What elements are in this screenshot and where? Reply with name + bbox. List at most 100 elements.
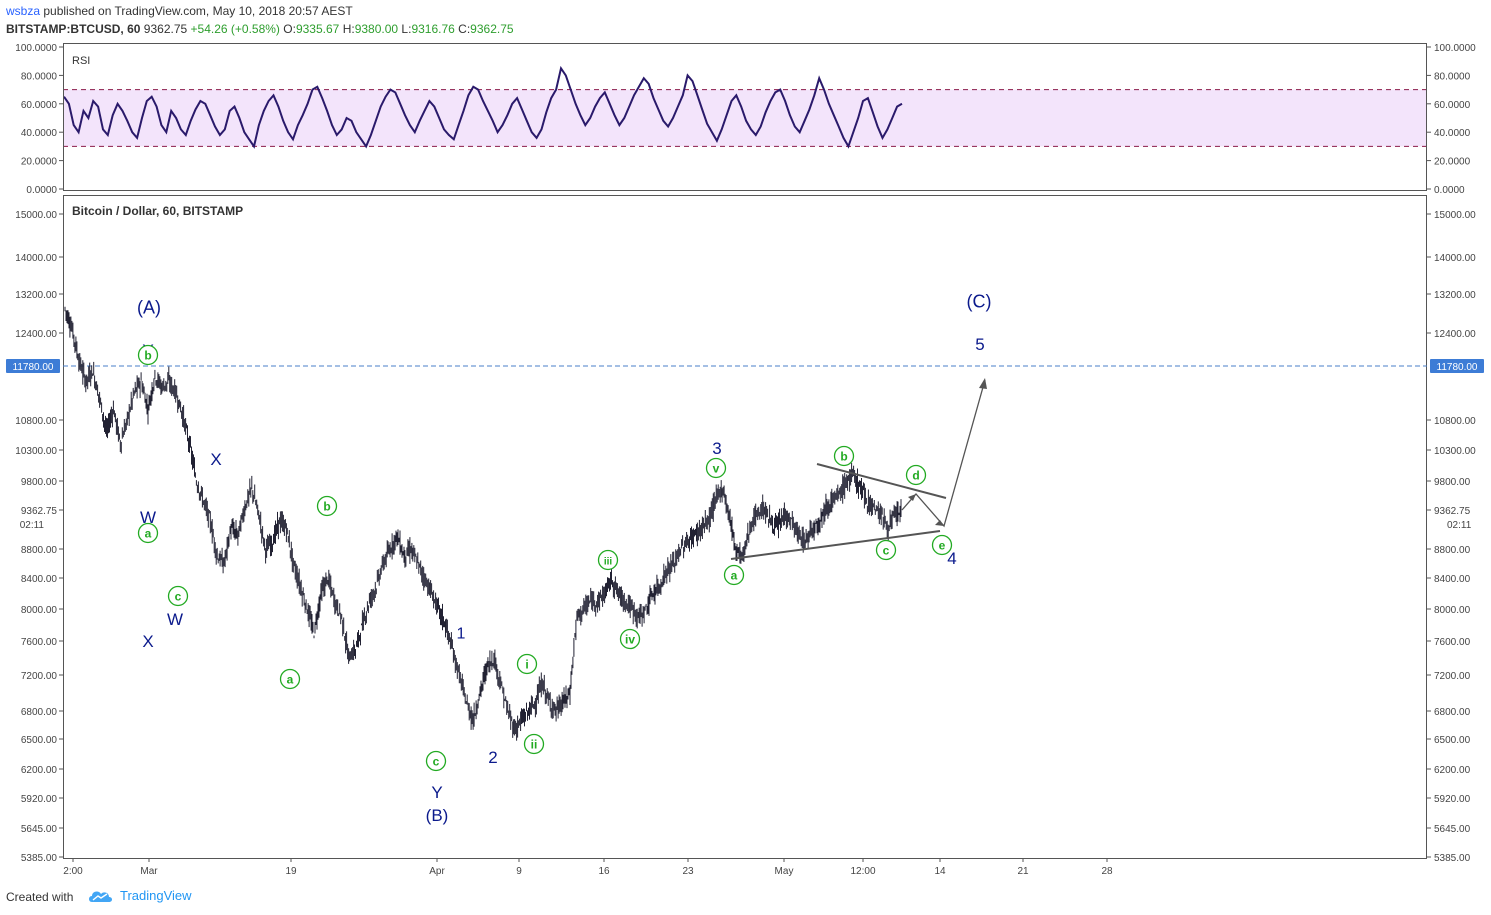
price-candles: [64, 306, 902, 741]
rsi-title: RSI: [72, 55, 90, 67]
svg-text:e: e: [939, 539, 946, 553]
price-tick-left: 5645.00: [21, 824, 58, 835]
projection-arrow-d: [908, 494, 916, 501]
svg-text:iv: iv: [625, 633, 635, 647]
x-tick-label: 23: [682, 866, 694, 877]
price-tick-right: 7200.00: [1434, 671, 1471, 682]
rsi-pane[interactable]: RSI 100.0000 80.0000 60.0000 40.0000 20.0000…: [15, 43, 1476, 196]
time-axis[interactable]: 2:00 Mar 19 Apr 9 16 23 May 12:00 14 21 28: [63, 858, 1113, 877]
price-tick-right: 9800.00: [1434, 477, 1471, 488]
triangle-trendlines[interactable]: [730, 378, 987, 560]
price-tick-right: 5385.00: [1434, 853, 1471, 864]
level-badge-right-text: 11780.00: [1437, 362, 1478, 373]
rsi-tick-left: 60.0000: [21, 100, 58, 111]
price-tick-left: 10300.00: [15, 446, 57, 457]
price-frame: [63, 195, 1427, 859]
tradingview-cloud-icon: [89, 891, 112, 902]
wave-label-green: ii: [523, 733, 545, 755]
price-tick-left: 8400.00: [21, 574, 58, 585]
x-tick-label: 19: [285, 866, 297, 877]
x-tick-label: May: [775, 866, 794, 877]
x-tick-label: 9: [516, 866, 522, 877]
x-tick-label: 16: [598, 866, 610, 877]
price-tick-right: 6200.00: [1434, 765, 1471, 776]
wave-label-green: iii: [597, 549, 619, 571]
projection-arrow-5: [979, 378, 987, 389]
wave-label-green: a: [279, 668, 301, 690]
price-tick-left: 8800.00: [21, 545, 58, 556]
price-tick-right: 12400.00: [1434, 329, 1476, 340]
svg-text:a: a: [287, 673, 294, 687]
countdown-right: 02:11: [1447, 520, 1472, 531]
price-tick-left: 12400.00: [15, 329, 57, 340]
svg-text:iii: iii: [604, 557, 613, 568]
price-tick-left: 9800.00: [21, 477, 58, 488]
price-tick-left: 13200.00: [15, 290, 57, 301]
wave-label-blue: W: [167, 610, 183, 629]
svg-text:c: c: [883, 544, 890, 558]
wave-label-blue: 1: [457, 626, 466, 643]
svg-text:v: v: [713, 462, 720, 476]
svg-text:b: b: [323, 500, 330, 514]
price-tick-left: 10800.00: [15, 416, 57, 427]
x-tick-label: 12:00: [850, 866, 875, 877]
price-tick-right: 8400.00: [1434, 574, 1471, 585]
price-tick-left: 15000.00: [15, 210, 57, 221]
wave-label-green: c: [875, 539, 897, 561]
price-tick-left: 9362.75: [21, 506, 58, 517]
wave-label-green: e: [931, 534, 953, 556]
countdown-left: 02:11: [20, 520, 45, 531]
rsi-tick-left: 80.0000: [21, 71, 58, 82]
level-badge-right: 11780.00: [1430, 359, 1484, 373]
wave-label-green: i: [516, 653, 538, 675]
rsi-tick-right: 100.0000: [1434, 43, 1476, 54]
x-tick-label: 28: [1101, 866, 1113, 877]
price-pane[interactable]: Bitcoin / Dollar, 60, BITSTAMP 15000.001…: [6, 204, 1484, 864]
x-tick-label: Apr: [429, 866, 445, 877]
level-badge-left-text: 11780.00: [13, 362, 54, 373]
price-tick-left: 5385.00: [21, 853, 58, 864]
wave-label-green: b: [833, 445, 855, 467]
price-tick-left: 6500.00: [21, 735, 58, 746]
rsi-tick-right: 80.0000: [1434, 71, 1471, 82]
wave-label-green: a: [137, 522, 159, 544]
rsi-ticks-right: 100.0000 80.0000 60.0000 40.0000 20.0000 0.00…: [1427, 43, 1476, 196]
wave-label-green: c: [425, 750, 447, 772]
svg-text:i: i: [525, 658, 528, 672]
price-tick-right: 8800.00: [1434, 545, 1471, 556]
price-tick-right: 7600.00: [1434, 637, 1471, 648]
price-tick-right: 5645.00: [1434, 824, 1471, 835]
rsi-tick-left: 0.0000: [26, 185, 57, 196]
price-tick-left: 14000.00: [15, 253, 57, 264]
svg-text:b: b: [144, 349, 151, 363]
price-tick-left: 6800.00: [21, 707, 58, 718]
wave-label-blue: X: [210, 450, 221, 469]
svg-text:a: a: [731, 569, 738, 583]
chart-canvas[interactable]: RSI 100.000080.000060.000040.000020.0000…: [0, 0, 1491, 880]
rsi-tick-right: 0.0000: [1434, 185, 1465, 196]
price-tick-right: 13200.00: [1434, 290, 1476, 301]
x-tick-label: 21: [1017, 866, 1029, 877]
level-badge-left: 11780.00: [6, 359, 60, 373]
price-tick-left: 7200.00: [21, 671, 58, 682]
price-tick-right: 8000.00: [1434, 605, 1471, 616]
price-ticks-right: 15000.00 14000.00 13200.00 12400.00 10800.00…: [1427, 210, 1476, 864]
price-ticks-left: 15000.00 14000.00 13200.00 12400.00 10800.00…: [15, 210, 63, 864]
triangle-lower-line[interactable]: [730, 530, 941, 560]
projection-arrow-e: [935, 520, 944, 526]
projection-path[interactable]: [901, 379, 986, 528]
wave-label-green: v: [705, 457, 727, 479]
wave-label-green: iv: [619, 628, 641, 650]
wave-label-blue: X: [142, 632, 153, 651]
svg-text:c: c: [175, 590, 182, 604]
price-tick-left: 8000.00: [21, 605, 58, 616]
svg-text:c: c: [433, 755, 440, 769]
rsi-ticks-left: 100.0000 80.0000 60.0000 40.0000 20.0000 0.00…: [15, 43, 63, 196]
tradingview-brand[interactable]: TradingView: [88, 888, 192, 903]
wave-label-blue: 3: [712, 439, 721, 458]
wave-label-blue: (C): [967, 291, 992, 311]
wave-label-green: b: [137, 344, 159, 366]
price-tick-left: 7600.00: [21, 637, 58, 648]
svg-text:ii: ii: [531, 738, 538, 752]
tradingview-brand-text: TradingView: [120, 888, 192, 903]
